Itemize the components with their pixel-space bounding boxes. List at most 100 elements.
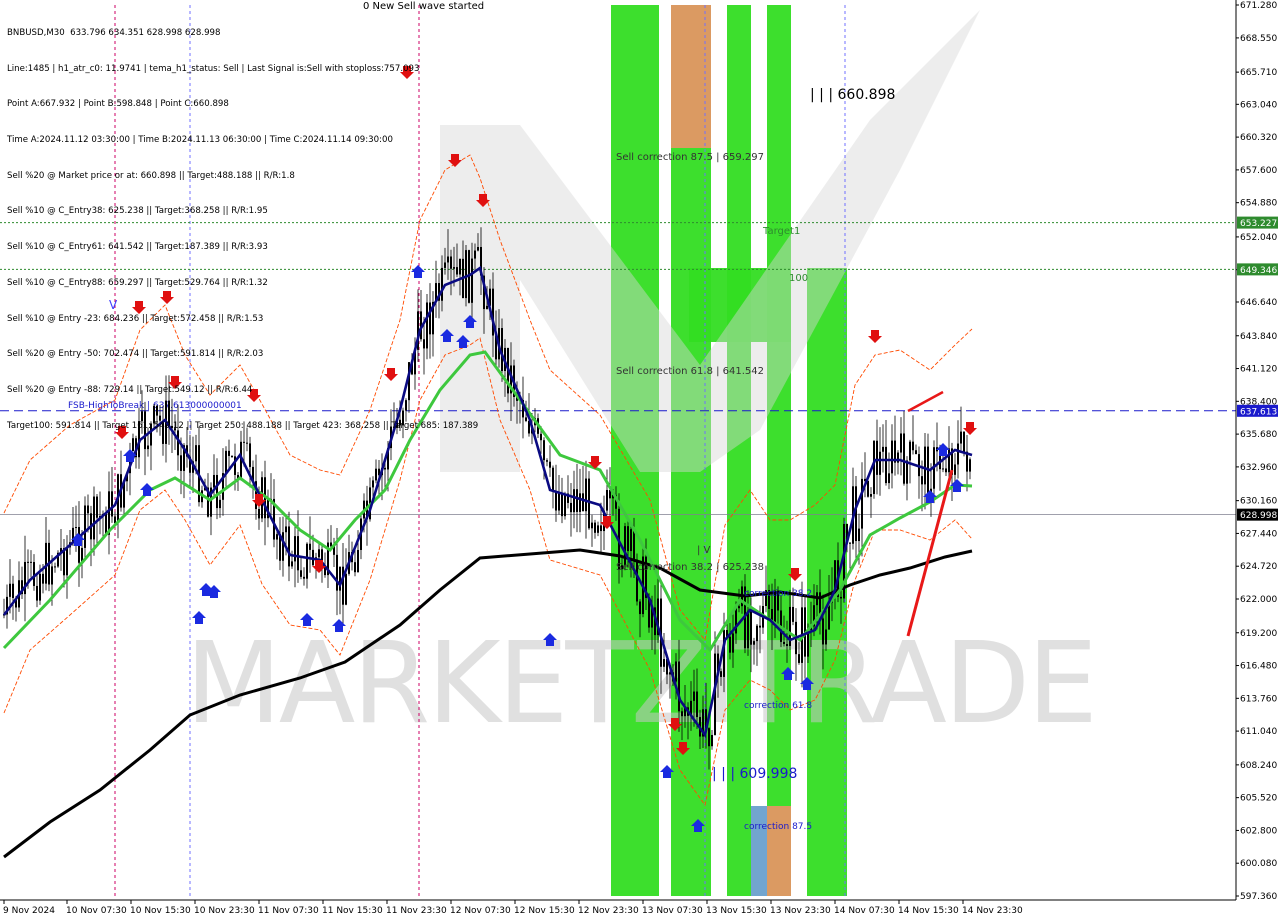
level-tag-label: 649.346 [1240,266,1277,276]
candle-body [888,473,890,484]
level-tag-label: 653.227 [1240,219,1277,229]
candle-body [576,489,578,512]
time-tick-label: 12 Nov 07:30 [450,906,511,916]
candle-body [540,433,542,441]
price-tick-label: 652.040 [1240,233,1277,243]
time-tick-label: 13 Nov 23:30 [770,906,831,916]
price-tick-label: 622.000 [1240,595,1277,605]
price-tick-label: 643.840 [1240,332,1277,342]
time-tick-label: 11 Nov 23:30 [386,906,447,916]
candle-body [678,661,680,712]
time-tick-label: 11 Nov 07:30 [258,906,319,916]
candle-body [33,562,35,586]
candle-body [681,711,683,717]
info-line-entry-50: Sell %20 @ Entry -50: 702.474 || Target:… [7,349,264,360]
candle-body [870,494,872,497]
info-line-points: Point A:667.932 | Point B:598.848 | Poin… [7,99,229,110]
price-tick-label: 654.880 [1240,199,1277,209]
candle-body [924,446,926,485]
candle-body [738,606,740,609]
price-tick-label: 597.360 [1240,892,1277,902]
candle-body [597,525,599,533]
candle-body [9,583,11,597]
candle-body [732,633,734,653]
info-line-entry-88: Sell %20 @ Entry -88: 729.14 || Target:5… [7,385,253,395]
candle-body [585,478,587,512]
candle-body [573,489,575,513]
candle-body [228,450,230,456]
candle-body [876,440,878,475]
candle-body [729,636,731,653]
candle-body [111,491,113,517]
candle-body [546,460,548,462]
candle-body [219,499,221,509]
candle-body [12,583,14,598]
candle-body [588,478,590,529]
candle-body [555,491,557,511]
price-tick-label: 646.640 [1240,298,1277,308]
candle-body [39,573,41,601]
time-tick-label: 13 Nov 07:30 [642,906,703,916]
chart-annotation: Sell correction 61.8 | 641.542 [616,366,764,377]
correction-zone [767,806,791,896]
chart-annotation: correction 61.8 [744,701,812,711]
candle-body [963,431,965,452]
candle-body [915,450,917,455]
candle-body [93,496,95,540]
chart-annotation: Target1 [762,226,800,237]
candle-body [825,629,827,645]
candle-body [606,489,608,511]
candle-body [336,554,338,591]
candle-body [849,542,851,544]
candle-body [882,446,884,452]
price-tick-label: 641.120 [1240,365,1277,375]
candle-body [792,606,794,622]
candle-body [720,671,722,677]
candle-body [291,561,293,567]
candle-body [954,464,956,475]
candle-body [747,610,749,649]
candle-body [909,441,911,461]
candle-body [582,493,584,512]
candle-body [525,417,527,421]
info-line-symbol: BNBUSD,M30 633.796 634.351 628.998 628.9… [7,27,221,38]
info-line-times: Time A:2024.11.12 03:30:00 | Time B:2024… [7,134,393,145]
time-tick-label: 10 Nov 15:30 [130,906,191,916]
candle-body [708,728,710,747]
candle-body [249,443,251,467]
candle-body [594,522,596,533]
candle-body [27,561,29,563]
candle-body [84,505,86,548]
candle-body [927,446,929,496]
price-tick-label: 608.240 [1240,761,1277,771]
price-tick-label: 619.200 [1240,629,1277,639]
candle-body [921,476,923,485]
time-tick-label: 12 Nov 23:30 [578,906,639,916]
candle-body [66,547,68,576]
candle-body [180,455,182,471]
candle-body [543,440,545,461]
current-price-label: 628.998 [1240,511,1277,521]
candle-body [285,526,287,533]
time-tick-label: 10 Nov 23:30 [194,906,255,916]
info-line-entry61: Sell %10 @ C_Entry61: 641.542 || Target:… [7,242,268,253]
candle-body [639,601,641,615]
candle-body [42,573,44,584]
candle-body [300,570,302,577]
correction-zone [751,806,767,896]
watermark-text: MARKETZITRADE [185,619,1095,749]
price-tick-label: 657.600 [1240,166,1277,176]
candle-body [900,433,902,453]
candle-body [213,474,215,488]
price-tick-label: 668.550 [1240,34,1277,44]
candle-body [354,562,356,573]
candle-body [309,543,311,550]
candle-body [54,566,56,568]
info-line-entry-market: Sell %20 @ Market price or at: 660.898 |… [7,170,295,181]
candle-body [36,585,38,601]
candle-body [693,691,695,701]
candle-body [288,526,290,567]
candle-body [549,461,551,468]
info-line-entry88: Sell %10 @ C_Entry88: 659.297 || Target:… [7,277,268,288]
info-line-status: Line:1485 | h1_atr_c0: 11.9741 | tema_h1… [7,63,420,74]
